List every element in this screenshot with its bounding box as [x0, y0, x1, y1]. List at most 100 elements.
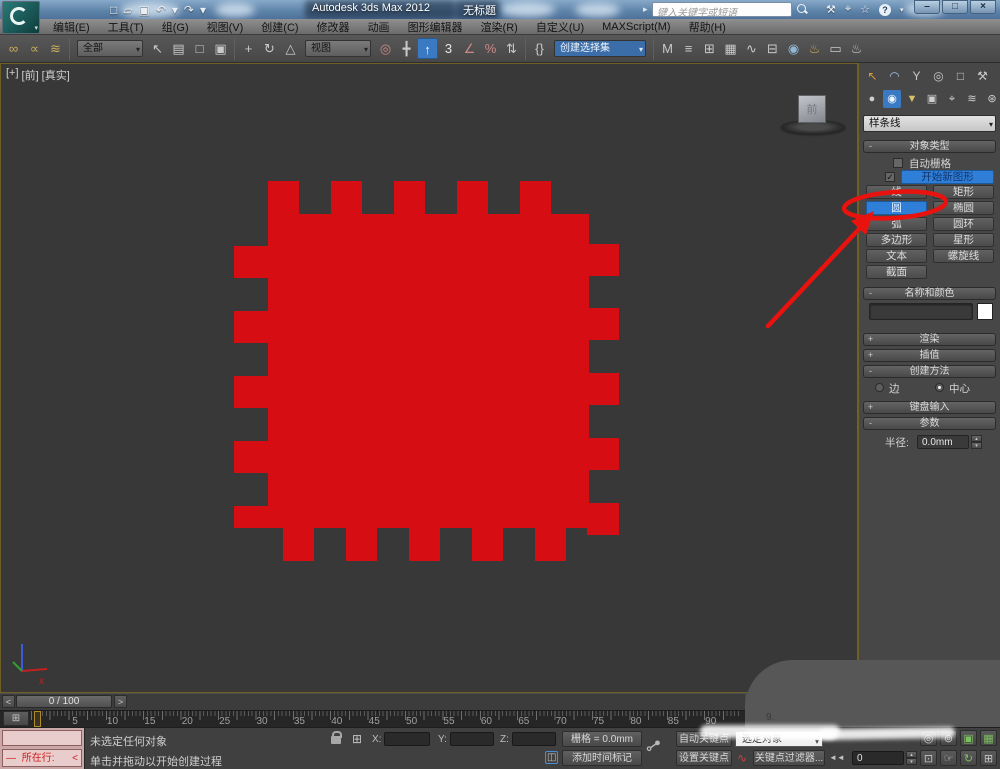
category-geometry-icon[interactable]: ●: [863, 90, 881, 108]
y-coordinate-field[interactable]: [450, 732, 494, 746]
time-slider-handle[interactable]: 0 / 100: [16, 695, 112, 708]
viewport-front[interactable]: [+] [前] [真实] x 前: [0, 63, 858, 693]
set-key-curve-icon[interactable]: ∿: [737, 751, 747, 765]
category-shapes-icon[interactable]: ◉: [883, 90, 901, 108]
add-time-tag-button[interactable]: 添加时间标记: [562, 750, 642, 766]
category-space-warps-icon[interactable]: ≋: [963, 90, 981, 108]
rendered-frame-icon[interactable]: ▭: [825, 38, 846, 59]
tab-modify[interactable]: ◠: [885, 67, 904, 85]
undo-icon[interactable]: ↶: [156, 3, 166, 17]
frame-spinner-up-icon[interactable]: ▴: [906, 751, 917, 758]
button-line[interactable]: 线: [866, 185, 927, 199]
collapse-icon[interactable]: -: [866, 141, 875, 152]
menu-item[interactable]: 渲染(R): [472, 19, 527, 35]
viewcube[interactable]: 前: [779, 92, 849, 140]
keyboard-shortcut-override-icon[interactable]: ↑: [417, 38, 438, 59]
button-polygon[interactable]: 多边形: [866, 233, 927, 247]
communication-center-icon[interactable]: ⌖: [845, 3, 851, 16]
set-key-button[interactable]: 设置关键点: [676, 750, 732, 766]
menu-item[interactable]: 帮助(H): [680, 19, 735, 35]
tab-hierarchy[interactable]: Y: [907, 67, 926, 85]
help-dropdown-icon[interactable]: ▾: [900, 6, 904, 14]
viewcube-front-face[interactable]: 前: [798, 95, 826, 123]
selection-filter-dropdown[interactable]: 全部 ▾: [77, 40, 143, 57]
current-frame-marker[interactable]: [34, 711, 41, 727]
collapse-icon[interactable]: -: [866, 288, 875, 299]
offset-mode-icon[interactable]: ◫: [545, 751, 559, 764]
macro-recorder-line[interactable]: [2, 730, 82, 746]
maximize-viewport-icon[interactable]: ⊞: [980, 750, 997, 766]
spline-shape[interactable]: [1, 64, 859, 692]
expand-icon[interactable]: +: [866, 350, 875, 361]
start-new-shape-checkbox[interactable]: ✓: [885, 172, 895, 182]
rectangular-selection-region-icon[interactable]: □: [189, 38, 210, 59]
button-ellipse[interactable]: 椭圆: [933, 201, 994, 215]
button-helix[interactable]: 螺旋线: [933, 249, 994, 263]
schematic-view-icon[interactable]: ⊟: [762, 38, 783, 59]
collapse-icon[interactable]: -: [866, 366, 875, 377]
category-helpers-icon[interactable]: ⌖: [943, 90, 961, 108]
window-crossing-icon[interactable]: ▣: [210, 38, 231, 59]
select-and-scale-icon[interactable]: △: [280, 38, 301, 59]
search-icon[interactable]: [797, 4, 808, 15]
edit-named-selection-sets-icon[interactable]: {}: [529, 38, 550, 59]
render-setup-icon[interactable]: ♨: [804, 38, 825, 59]
pan-icon[interactable]: ☞: [940, 750, 957, 766]
redo-icon[interactable]: ↷: [184, 3, 194, 17]
button-donut[interactable]: 圆环: [933, 217, 994, 231]
new-scene-icon[interactable]: □: [110, 3, 117, 17]
menu-item[interactable]: 编辑(E): [44, 19, 99, 35]
layer-manager-icon[interactable]: ⊞: [699, 38, 720, 59]
rollout-name-color[interactable]: - 名称和颜色: [863, 287, 996, 300]
start-new-shape-button[interactable]: 开始新图形: [901, 170, 994, 184]
menu-item[interactable]: 动画: [359, 19, 399, 35]
orbit-icon[interactable]: ↻: [960, 750, 977, 766]
frame-spinner-down-icon[interactable]: ▾: [906, 758, 917, 765]
minimize-button[interactable]: –: [914, 0, 940, 14]
tab-utilities[interactable]: ⚒: [973, 67, 992, 85]
menu-item[interactable]: 组(G): [153, 19, 198, 35]
close-button[interactable]: ×: [970, 0, 996, 14]
select-and-move-icon[interactable]: +: [238, 38, 259, 59]
menu-item[interactable]: MAXScript(M): [593, 21, 679, 33]
previous-frame-button[interactable]: <: [2, 695, 15, 708]
absolute-transform-icon[interactable]: ⊞: [352, 732, 362, 746]
rollout-creation-method[interactable]: - 创建方法: [863, 365, 996, 378]
open-file-icon[interactable]: ▱: [123, 3, 132, 17]
zoom-region-icon[interactable]: ⊡: [920, 750, 937, 766]
rollout-keyboard-entry[interactable]: + 键盘输入: [863, 401, 996, 414]
tab-motion[interactable]: ◎: [929, 67, 948, 85]
menu-item[interactable]: 自定义(U): [527, 19, 593, 35]
menu-item[interactable]: 修改器: [308, 19, 359, 35]
undo-dropdown-icon[interactable]: ▾: [172, 3, 178, 17]
expand-icon[interactable]: +: [866, 402, 875, 413]
save-file-icon[interactable]: ▣: [138, 3, 149, 17]
align-icon[interactable]: ≡: [678, 38, 699, 59]
select-and-manipulate-icon[interactable]: ╋: [396, 38, 417, 59]
search-input[interactable]: 键入关键字或短语: [652, 2, 792, 19]
button-rectangle[interactable]: 矩形: [933, 185, 994, 199]
rollout-interpolation[interactable]: + 插值: [863, 349, 996, 362]
select-object-icon[interactable]: ↖: [147, 38, 168, 59]
select-by-name-icon[interactable]: ▤: [168, 38, 189, 59]
rollout-rendering[interactable]: + 渲染: [863, 333, 996, 346]
angle-snap-icon[interactable]: ∠: [459, 38, 480, 59]
expand-icon[interactable]: +: [866, 334, 875, 345]
spinner-up-icon[interactable]: ▴: [971, 435, 982, 442]
material-editor-icon[interactable]: ◉: [783, 38, 804, 59]
radius-input[interactable]: 0.0mm: [917, 435, 969, 449]
favorites-icon[interactable]: ☆: [860, 3, 870, 16]
bind-to-space-warp-icon[interactable]: ≋: [45, 38, 66, 59]
button-star[interactable]: 星形: [933, 233, 994, 247]
x-coordinate-field[interactable]: [384, 732, 430, 746]
snap-toggle-3d-icon[interactable]: 3: [438, 38, 459, 59]
collapse-icon[interactable]: -: [866, 418, 875, 429]
mirror-icon[interactable]: M: [657, 38, 678, 59]
unlink-selection-icon[interactable]: ∝: [24, 38, 45, 59]
center-radio[interactable]: [935, 383, 944, 392]
subcategory-dropdown[interactable]: 样条线 ▾: [863, 115, 996, 132]
button-text[interactable]: 文本: [866, 249, 927, 263]
object-color-swatch[interactable]: [977, 303, 993, 320]
category-lights-icon[interactable]: ▼: [903, 90, 921, 108]
use-pivot-point-icon[interactable]: ◎: [375, 38, 396, 59]
